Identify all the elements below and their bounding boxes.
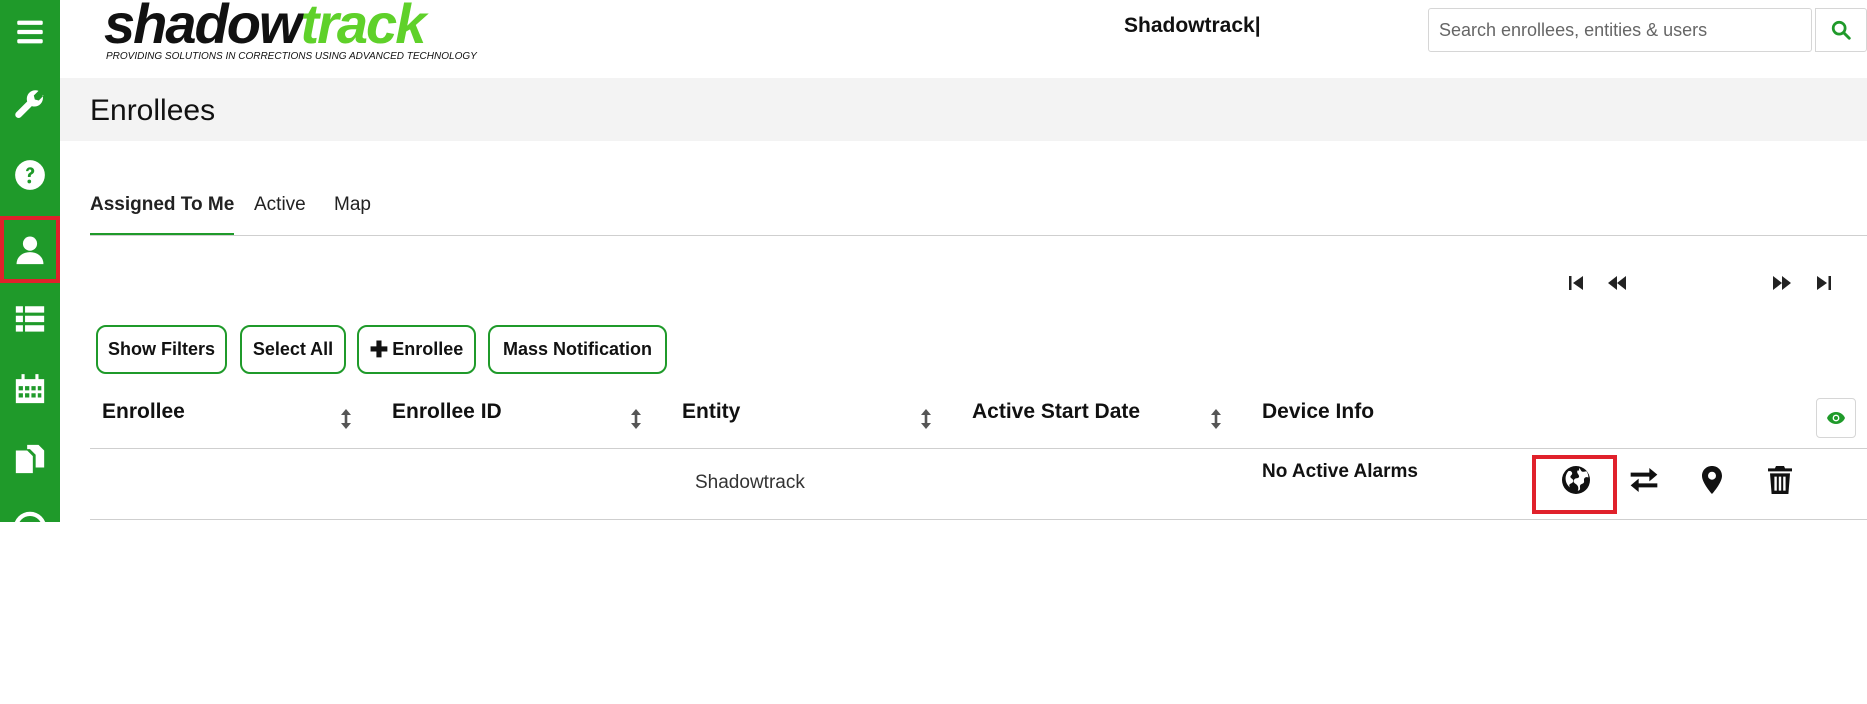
column-header-enrollee-id[interactable]: Enrollee ID — [392, 400, 502, 424]
copy-documents-icon — [15, 444, 45, 474]
sidebar-menu-toggle[interactable] — [0, 0, 60, 64]
page-header: Enrollees — [60, 78, 1867, 141]
cell-entity: Shadowtrack — [695, 472, 805, 493]
pager-last-button[interactable] — [1812, 271, 1836, 295]
logo-part-1: shadow — [104, 0, 302, 55]
sort-entity-button[interactable] — [919, 408, 933, 430]
sort-enrollee-id-button[interactable] — [629, 408, 643, 430]
search-bar — [1428, 8, 1867, 52]
user-icon — [16, 236, 44, 264]
sidebar-item-tools[interactable] — [0, 72, 60, 136]
select-all-button[interactable]: Select All — [240, 325, 346, 374]
last-page-icon — [1817, 276, 1831, 290]
tab-assigned-to-me[interactable]: Assigned To Me — [90, 188, 235, 236]
search-button[interactable] — [1815, 8, 1867, 52]
column-header-active-start-date[interactable]: Active Start Date — [972, 400, 1140, 424]
table-header-divider — [90, 448, 1867, 449]
plus-icon: ✚ — [369, 336, 389, 362]
sort-icon — [631, 409, 641, 429]
help-circle-icon — [15, 160, 45, 190]
logo-wordmark: shadowtrack — [104, 0, 426, 56]
map-pin-icon — [1702, 466, 1722, 494]
search-input[interactable] — [1429, 9, 1815, 51]
calendar-icon — [15, 374, 45, 404]
column-header-device-info: Device Info — [1262, 400, 1375, 423]
sort-icon — [341, 409, 351, 429]
sort-icon — [1211, 409, 1221, 429]
next-page-icon — [1773, 276, 1791, 290]
mass-notification-button[interactable]: Mass Notification — [488, 325, 667, 374]
transfer-action-button[interactable] — [1624, 458, 1664, 502]
eye-icon — [1827, 412, 1845, 424]
list-icon — [15, 306, 45, 332]
trash-icon — [1768, 466, 1792, 494]
sidebar-item-help[interactable] — [0, 143, 60, 207]
brand-logo[interactable]: shadowtrack PROVIDING SOLUTIONS IN CORRE… — [104, 0, 477, 70]
sort-icon — [921, 409, 931, 429]
previous-page-icon — [1608, 276, 1626, 290]
sidebar — [0, 0, 60, 522]
sort-enrollee-button[interactable] — [339, 408, 353, 430]
pager-previous-button[interactable] — [1605, 271, 1629, 295]
location-action-button[interactable] — [1692, 458, 1732, 502]
table-row-divider — [90, 519, 1867, 520]
tabs-divider — [90, 235, 1867, 236]
search-icon — [1831, 20, 1851, 40]
sidebar-item-list[interactable] — [0, 287, 60, 351]
cell-device-info: No Active Alarms — [1262, 461, 1418, 482]
sidebar-item-more[interactable] — [0, 496, 60, 522]
pager-next-button[interactable] — [1770, 271, 1794, 295]
logo-tagline: PROVIDING SOLUTIONS IN CORRECTIONS USING… — [106, 51, 477, 62]
tab-map[interactable]: Map — [334, 188, 371, 236]
first-page-icon — [1569, 276, 1583, 290]
logo-part-2: track — [300, 0, 426, 55]
delete-action-button[interactable] — [1760, 458, 1800, 502]
sidebar-item-documents[interactable] — [0, 427, 60, 491]
show-filters-button[interactable]: Show Filters — [96, 325, 227, 374]
app-title: Shadowtrack| — [1124, 14, 1261, 37]
highlight-box — [1532, 455, 1617, 514]
column-visibility-button[interactable] — [1816, 398, 1856, 438]
pager-first-button[interactable] — [1564, 271, 1588, 295]
sidebar-item-calendar[interactable] — [0, 357, 60, 421]
transfer-arrows-icon — [1630, 468, 1658, 492]
hamburger-menu-icon — [17, 20, 43, 44]
column-header-enrollee[interactable]: Enrollee — [102, 400, 185, 424]
sidebar-item-enrollees[interactable] — [0, 216, 60, 283]
wrench-icon — [15, 90, 44, 118]
circle-icon — [14, 511, 46, 522]
sort-active-start-date-button[interactable] — [1209, 408, 1223, 430]
tab-active[interactable]: Active — [254, 188, 306, 236]
column-header-entity[interactable]: Entity — [682, 400, 740, 424]
add-enrollee-label: Enrollee — [392, 339, 464, 359]
add-enrollee-button[interactable]: ✚ Enrollee — [357, 325, 476, 374]
page-title: Enrollees — [90, 94, 216, 127]
